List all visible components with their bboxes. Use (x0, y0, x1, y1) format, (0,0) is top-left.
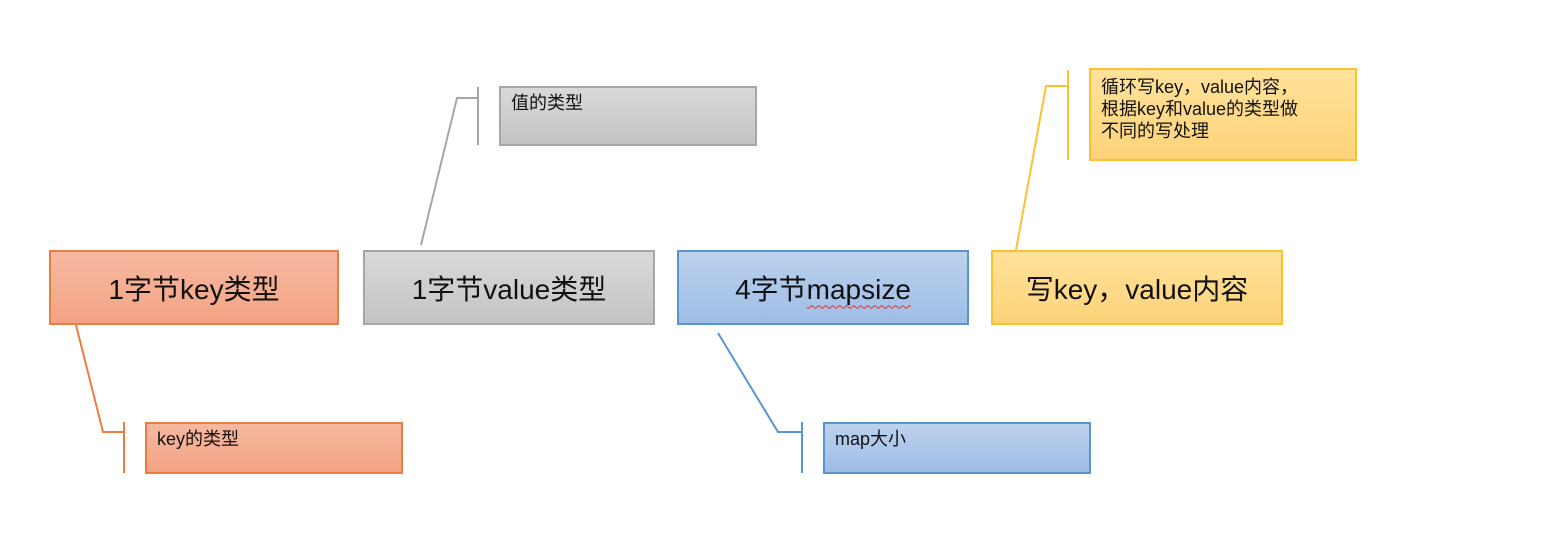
kv-content-callout: 循环写key，value内容， 根据key和value的类型做 不同的写处理 (1089, 68, 1357, 161)
value-type-box-label: 1字节value类型 (411, 273, 607, 305)
mapsize-callout-text: map大小 (835, 429, 907, 449)
mapsize-box-label: 4字节mapsize (735, 268, 911, 308)
key-type-callout-text: key的类型 (157, 429, 240, 449)
mapsize-box: 4字节mapsize (677, 250, 969, 325)
value-type-callout-text: 值的类型 (511, 93, 583, 113)
kv-content-connector (1015, 85, 1068, 251)
kv-content-callout-line-3: 不同的写处理 (1101, 121, 1209, 141)
mapsize-box-prefix: 4字节 (735, 273, 807, 305)
key-type-box: 1字节key类型 (49, 250, 339, 325)
mapsize-connector (717, 332, 802, 433)
key-type-callout: key的类型 (145, 422, 403, 474)
value-type-callout: 值的类型 (499, 86, 757, 146)
kv-content-box: 写key，value内容 (991, 250, 1283, 325)
mapsize-box-suffix: mapsize (806, 273, 911, 305)
mapsize-callout: map大小 (823, 422, 1091, 474)
key-type-box-label: 1字节key类型 (108, 273, 280, 305)
key-type-connector (75, 324, 124, 433)
kv-content-callout-line-2: 根据key和value的类型做 (1101, 99, 1299, 119)
kv-content-callout-line-1: 循环写key，value内容， (1101, 77, 1299, 97)
kv-content-box-label: 写key，value内容 (1025, 273, 1249, 305)
value-type-box: 1字节value类型 (363, 250, 655, 325)
value-type-connector (420, 97, 478, 246)
